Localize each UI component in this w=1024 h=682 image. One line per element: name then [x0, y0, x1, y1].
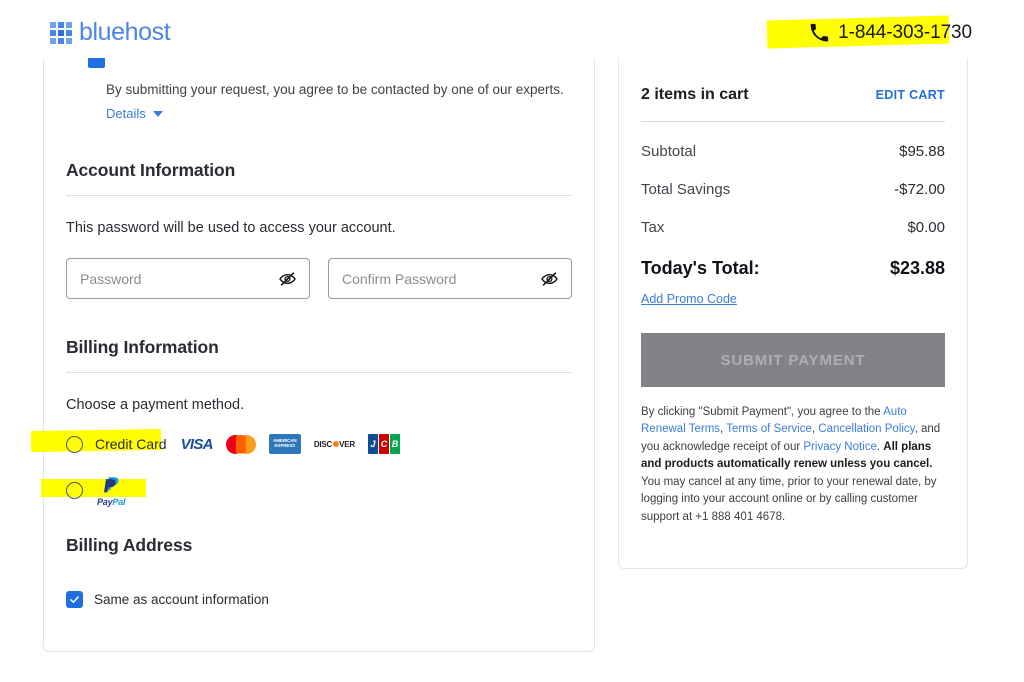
jcb-logo: JCB	[368, 434, 400, 454]
payment-method-prompt: Choose a payment method.	[66, 397, 245, 413]
password-description: This password will be used to access you…	[66, 220, 396, 236]
paypal-wordmark: PayPal	[97, 496, 126, 507]
consent-note: By submitting your request, you agree to…	[106, 82, 564, 97]
phone-icon	[810, 23, 829, 42]
cart-title: 2 items in cart	[641, 86, 749, 103]
checkmark-icon	[70, 596, 79, 603]
add-promo-code-link[interactable]: Add Promo Code	[641, 292, 737, 306]
password-fields-row: Password Confirm Password	[66, 258, 572, 299]
cart-summary-panel: 2 items in cart EDIT CART Subtotal $95.8…	[618, 58, 968, 569]
logo-wordmark: bluehost	[79, 18, 171, 46]
grid-squares-icon	[50, 21, 72, 44]
same-as-account-row[interactable]: Same as account information	[66, 591, 572, 608]
same-as-account-checkbox[interactable]	[66, 591, 83, 608]
consent-row: By submitting your request, you agree to…	[66, 58, 572, 126]
phone-number: 1-844-303-1730	[838, 22, 972, 43]
amex-logo: AMERICAN EXPRESS	[268, 434, 301, 454]
cart-line-savings: Total Savings -$72.00	[641, 181, 945, 198]
cart-total-row: Today's Total: $23.88	[641, 258, 945, 279]
paypal-highlight	[41, 479, 146, 497]
consent-checkbox[interactable]	[88, 58, 105, 68]
password-input[interactable]: Password	[66, 258, 310, 299]
confirm-password-placeholder: Confirm Password	[342, 270, 457, 287]
address-section-title: Billing Address	[66, 535, 193, 555]
billing-divider	[66, 372, 572, 373]
legal-text-1: By clicking "Submit Payment", you agree …	[641, 406, 884, 418]
consent-clipped-text	[106, 58, 572, 61]
credit-card-label: Credit Card	[95, 436, 167, 452]
privacy-notice-link[interactable]: Privacy Notice	[803, 441, 877, 453]
cart-header: 2 items in cart EDIT CART	[641, 58, 945, 104]
payment-option-credit-card[interactable]: Credit Card VISA AMERICAN EXPRESS DISC VER…	[30, 427, 572, 461]
cart-line-label: Total Savings	[641, 181, 731, 198]
password-placeholder: Password	[80, 270, 142, 287]
account-section-title: Account Information	[66, 160, 236, 180]
cart-line-label: Tax	[641, 219, 665, 236]
legal-disclaimer: By clicking "Submit Payment", you agree …	[641, 404, 945, 526]
cart-total-label: Today's Total:	[641, 258, 760, 278]
cart-line-subtotal: Subtotal $95.88	[641, 143, 945, 160]
cart-line-label: Subtotal	[641, 143, 697, 160]
eye-slash-icon[interactable]	[278, 269, 297, 288]
chevron-down-icon	[152, 110, 163, 117]
terms-of-service-link[interactable]: Terms of Service	[726, 423, 812, 435]
edit-cart-link[interactable]: EDIT CART	[876, 88, 945, 102]
payment-option-paypal[interactable]: PayPal	[41, 473, 572, 507]
paypal-mark-icon	[104, 476, 119, 492]
account-divider	[66, 195, 572, 196]
bluehost-logo[interactable]: bluehost	[50, 18, 171, 46]
details-toggle[interactable]: Details	[106, 106, 163, 121]
mastercard-logo	[225, 434, 256, 454]
cart-line-amount: $95.88	[899, 143, 945, 160]
checkout-form-panel: By submitting your request, you agree to…	[30, 58, 595, 652]
eye-slash-icon[interactable]	[540, 269, 559, 288]
visa-logo: VISA	[180, 435, 214, 453]
cart-line-tax: Tax $0.00	[641, 219, 945, 236]
cart-divider	[641, 121, 945, 122]
paypal-logo: PayPal	[97, 474, 126, 507]
card-brand-logos: VISA AMERICAN EXPRESS DISC VER JCB	[181, 434, 400, 454]
billing-section-title: Billing Information	[66, 337, 219, 357]
support-phone[interactable]: 1-844-303-1730	[766, 15, 972, 49]
paypal-radio[interactable]	[66, 481, 83, 499]
legal-text-4: You may cancel at any time, prior to you…	[641, 475, 937, 523]
same-as-account-label: Same as account information	[94, 592, 269, 607]
checkout-page: bluehost 1-844-303-1730 By submitting yo…	[0, 0, 1024, 682]
credit-card-radio[interactable]	[66, 435, 83, 453]
details-label: Details	[106, 106, 146, 121]
submit-payment-button[interactable]: SUBMIT PAYMENT	[641, 333, 945, 387]
cancellation-policy-link[interactable]: Cancellation Policy	[818, 423, 914, 435]
confirm-password-input[interactable]: Confirm Password	[328, 258, 572, 299]
cart-line-amount: -$72.00	[894, 181, 945, 198]
cart-total-amount: $23.88	[889, 258, 945, 278]
cart-line-amount: $0.00	[907, 219, 945, 236]
discover-logo: DISC VER	[313, 439, 355, 449]
